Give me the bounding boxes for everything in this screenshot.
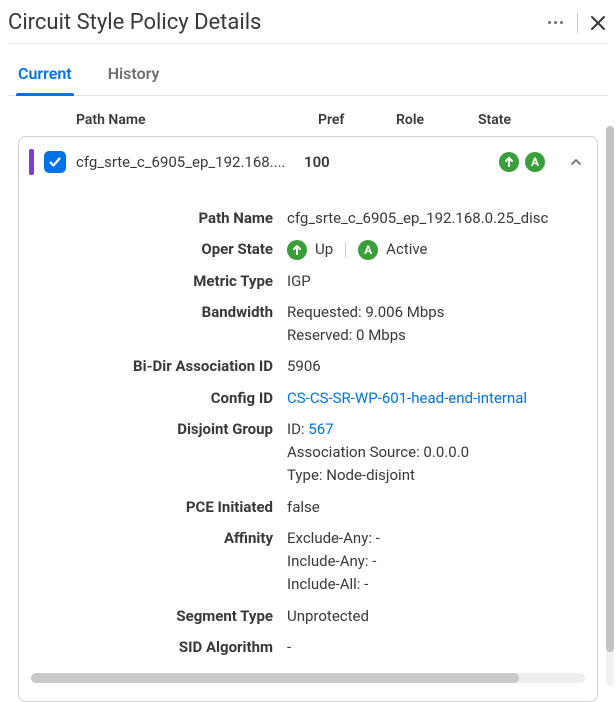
value-oper-state: Up A Active [287, 238, 579, 261]
close-icon[interactable] [588, 13, 608, 33]
label-sid: SID Algorithm [37, 636, 287, 659]
disjoint-type: Type: Node-disjoint [287, 464, 579, 487]
row-accent [29, 149, 34, 175]
more-icon[interactable] [544, 17, 567, 28]
label-pce: PCE Initiated [37, 496, 287, 519]
oper-state-active: Active [386, 238, 427, 261]
kv-segment: Segment Type Unprotected [37, 605, 579, 628]
label-affinity: Affinity [37, 527, 287, 597]
tabs: Current History [8, 44, 608, 96]
affinity-incl-any: Include-Any: - [287, 550, 579, 573]
paths-table: Path Name Pref Role State cfg_srte_c_690… [8, 104, 608, 702]
value-config-id: CS-CS-SR-WP-601-head-end-internal [287, 387, 579, 410]
kv-bidir: Bi-Dir Association ID 5906 [37, 355, 579, 378]
disjoint-id-link[interactable]: 567 [308, 420, 333, 438]
active-badge-icon: A [358, 240, 378, 260]
kv-metric-type: Metric Type IGP [37, 270, 579, 293]
vertical-scrollbar[interactable] [606, 126, 614, 686]
panel-header: Circuit Style Policy Details [8, 0, 608, 43]
value-affinity: Exclude-Any: - Include-Any: - Include-Al… [287, 527, 579, 597]
value-path-name: cfg_srte_c_6905_ep_192.168.0.25_disc [287, 207, 579, 230]
row-checkbox[interactable] [44, 151, 66, 173]
kv-config-id: Config ID CS-CS-SR-WP-601-head-end-inter… [37, 387, 579, 410]
header-actions [544, 13, 608, 33]
config-id-link[interactable]: CS-CS-SR-WP-601-head-end-internal [287, 389, 527, 407]
label-bandwidth: Bandwidth [37, 301, 287, 348]
value-bandwidth: Requested: 9.006 Mbps Reserved: 0 Mbps [287, 301, 579, 348]
value-disjoint: ID: 567 Association Source: 0.0.0.0 Type… [287, 418, 579, 488]
separator [577, 13, 578, 33]
label-segment: Segment Type [37, 605, 287, 628]
value-pce: false [287, 496, 579, 519]
policy-details-panel: Circuit Style Policy Details Current His… [0, 0, 616, 702]
kv-sid: SID Algorithm - [37, 636, 579, 659]
path-details: Path Name cfg_srte_c_6905_ep_192.168.0.2… [19, 187, 597, 659]
active-badge-icon: A [525, 152, 545, 172]
kv-path-name: Path Name cfg_srte_c_6905_ep_192.168.0.2… [37, 207, 579, 230]
col-path-name[interactable]: Path Name [76, 112, 318, 128]
tab-current[interactable]: Current [18, 64, 72, 95]
path-card: cfg_srte_c_6905_ep_192.168.... 100 A Pat… [18, 136, 598, 702]
bandwidth-requested: Requested: 9.006 Mbps [287, 301, 579, 324]
horizontal-scrollbar[interactable] [31, 673, 585, 683]
value-sid: - [287, 636, 579, 659]
value-bidir: 5906 [287, 355, 579, 378]
bandwidth-reserved: Reserved: 0 Mbps [287, 324, 579, 347]
row-pref: 100 [304, 153, 374, 171]
label-metric-type: Metric Type [37, 270, 287, 293]
hscroll-thumb[interactable] [31, 673, 519, 683]
row-badges: A [499, 152, 545, 172]
value-segment: Unprotected [287, 605, 579, 628]
kv-oper-state: Oper State Up A Active [37, 238, 579, 261]
table-row[interactable]: cfg_srte_c_6905_ep_192.168.... 100 A [19, 137, 597, 187]
vscroll-thumb[interactable] [606, 126, 614, 652]
affinity-incl-all: Include-All: - [287, 573, 579, 596]
chevron-up-icon[interactable] [569, 155, 583, 169]
row-path-name: cfg_srte_c_6905_ep_192.168.... [76, 153, 294, 171]
label-path-name: Path Name [37, 207, 287, 230]
label-disjoint: Disjoint Group [37, 418, 287, 488]
affinity-excl: Exclude-Any: - [287, 527, 579, 550]
panel-title: Circuit Style Policy Details [8, 10, 261, 35]
up-arrow-icon [499, 152, 519, 172]
up-arrow-icon [287, 240, 307, 260]
disjoint-source: Association Source: 0.0.0.0 [287, 441, 579, 464]
oper-state-up: Up [315, 238, 333, 261]
col-state[interactable]: State [478, 112, 538, 128]
tab-history[interactable]: History [108, 64, 160, 95]
col-role[interactable]: Role [396, 112, 478, 128]
separator [345, 242, 346, 258]
label-bidir: Bi-Dir Association ID [37, 355, 287, 378]
kv-disjoint: Disjoint Group ID: 567 Association Sourc… [37, 418, 579, 488]
kv-affinity: Affinity Exclude-Any: - Include-Any: - I… [37, 527, 579, 597]
col-pref[interactable]: Pref [318, 112, 396, 128]
value-metric-type: IGP [287, 270, 579, 293]
label-config-id: Config ID [37, 387, 287, 410]
table-head: Path Name Pref Role State [8, 104, 608, 136]
kv-pce: PCE Initiated false [37, 496, 579, 519]
label-oper-state: Oper State [37, 238, 287, 261]
disjoint-id-label: ID: [287, 420, 308, 438]
kv-bandwidth: Bandwidth Requested: 9.006 Mbps Reserved… [37, 301, 579, 348]
